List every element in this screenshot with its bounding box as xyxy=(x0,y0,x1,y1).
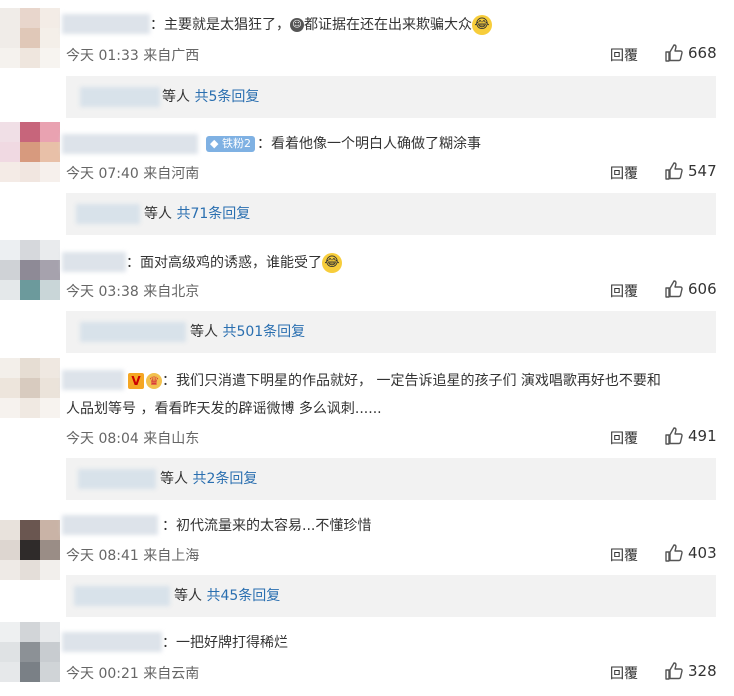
comment-meta: 今天 07:40 来自河南 xyxy=(66,166,200,182)
comment-text: ：初代流量来的太容易...不懂珍惜 xyxy=(162,518,372,534)
comment-text: V ♛ ：我们只消遣下明星的作品就好， 一定告诉追星的孩子们 演戏唱歌再好也不要和 xyxy=(128,370,661,392)
others-label: 等人 xyxy=(190,324,218,340)
reply-count-link[interactable]: 共501条回复 xyxy=(222,324,305,340)
avatar[interactable] xyxy=(0,622,60,682)
reply-count-link[interactable]: 共71条回复 xyxy=(176,206,250,222)
reply-button[interactable]: 回覆 xyxy=(610,663,638,683)
like-button[interactable]: 606 xyxy=(664,279,717,299)
comment-text: ：面对高级鸡的诱惑，谁能受了 😂 xyxy=(126,252,342,274)
thumbs-up-icon xyxy=(665,427,683,445)
reply-count-link[interactable]: 共5条回复 xyxy=(194,89,259,105)
thumbs-up-icon xyxy=(665,662,683,680)
like-button[interactable]: 668 xyxy=(664,43,717,63)
comment-text-line2: 人品划等号 ，看看昨天发的辟谣微博 多么讽刺...... xyxy=(66,401,382,417)
fan-badge: ◆ 铁粉2 xyxy=(206,136,255,152)
mask-emoji-icon: ☺ xyxy=(290,18,304,32)
others-label: 等人 xyxy=(144,206,172,222)
like-button[interactable]: 403 xyxy=(664,543,717,563)
like-button[interactable]: 547 xyxy=(664,161,717,181)
reply-button[interactable]: 回覆 xyxy=(610,45,638,65)
username[interactable] xyxy=(62,14,150,34)
username[interactable] xyxy=(62,252,126,272)
comment-text: ◆ 铁粉2 ：看着他像一个明白人确做了糊涂事 xyxy=(204,133,481,155)
comment-meta: 今天 08:41 来自上海 xyxy=(66,548,200,564)
username[interactable] xyxy=(62,134,198,154)
reply-summary[interactable]: 等人 共45条回复 xyxy=(66,575,716,617)
reply-summary[interactable]: 等人 共2条回复 xyxy=(66,458,716,500)
like-button[interactable]: 491 xyxy=(664,426,717,446)
laughing-crying-emoji-icon: 😂 xyxy=(322,253,342,273)
reply-summary[interactable]: 等人 共71条回复 xyxy=(66,193,716,235)
crown-badge-icon: ♛ xyxy=(146,373,162,389)
reply-button[interactable]: 回覆 xyxy=(610,281,638,301)
like-count: 606 xyxy=(688,280,717,298)
comment-text: ：一把好牌打得稀烂 xyxy=(162,635,288,651)
reply-summary[interactable]: 等人 共501条回复 xyxy=(66,311,716,353)
like-count: 491 xyxy=(688,427,717,445)
reply-count-link[interactable]: 共45条回复 xyxy=(206,588,280,604)
thumbs-up-icon xyxy=(665,44,683,62)
comment-text: ：主要就是太猖狂了， ☺ 都证据在还在出来欺骗大众 😂 xyxy=(150,14,492,36)
username[interactable] xyxy=(62,370,124,390)
username[interactable] xyxy=(62,632,162,652)
like-count: 403 xyxy=(688,544,717,562)
like-count: 328 xyxy=(688,662,717,680)
others-label: 等人 xyxy=(162,89,190,105)
comment-meta: 今天 00:21 来自云南 xyxy=(66,666,200,682)
reply-button[interactable]: 回覆 xyxy=(610,545,638,565)
reply-summary[interactable]: 等人 共5条回复 xyxy=(66,76,716,118)
comment-meta: 今天 03:38 来自北京 xyxy=(66,284,200,300)
comment-meta: 今天 08:04 来自山东 xyxy=(66,431,200,447)
laughing-emoji-icon: 😂 xyxy=(472,15,492,35)
like-button[interactable]: 328 xyxy=(664,661,717,681)
thumbs-up-icon xyxy=(665,162,683,180)
reply-button[interactable]: 回覆 xyxy=(610,428,638,448)
thumbs-up-icon xyxy=(665,544,683,562)
verified-v-icon: V xyxy=(128,373,144,389)
like-count: 668 xyxy=(688,44,717,62)
avatar[interactable] xyxy=(0,240,60,300)
avatar[interactable] xyxy=(0,8,60,68)
thumbs-up-icon xyxy=(665,280,683,298)
like-count: 547 xyxy=(688,162,717,180)
others-label: 等人 xyxy=(160,471,188,487)
reply-count-link[interactable]: 共2条回复 xyxy=(192,471,257,487)
reply-button[interactable]: 回覆 xyxy=(610,163,638,183)
avatar[interactable] xyxy=(0,358,60,418)
avatar[interactable] xyxy=(0,520,60,580)
comment-meta: 今天 01:33 来自广西 xyxy=(66,48,200,64)
avatar[interactable] xyxy=(0,122,60,182)
others-label: 等人 xyxy=(174,588,202,604)
username[interactable] xyxy=(62,515,158,535)
